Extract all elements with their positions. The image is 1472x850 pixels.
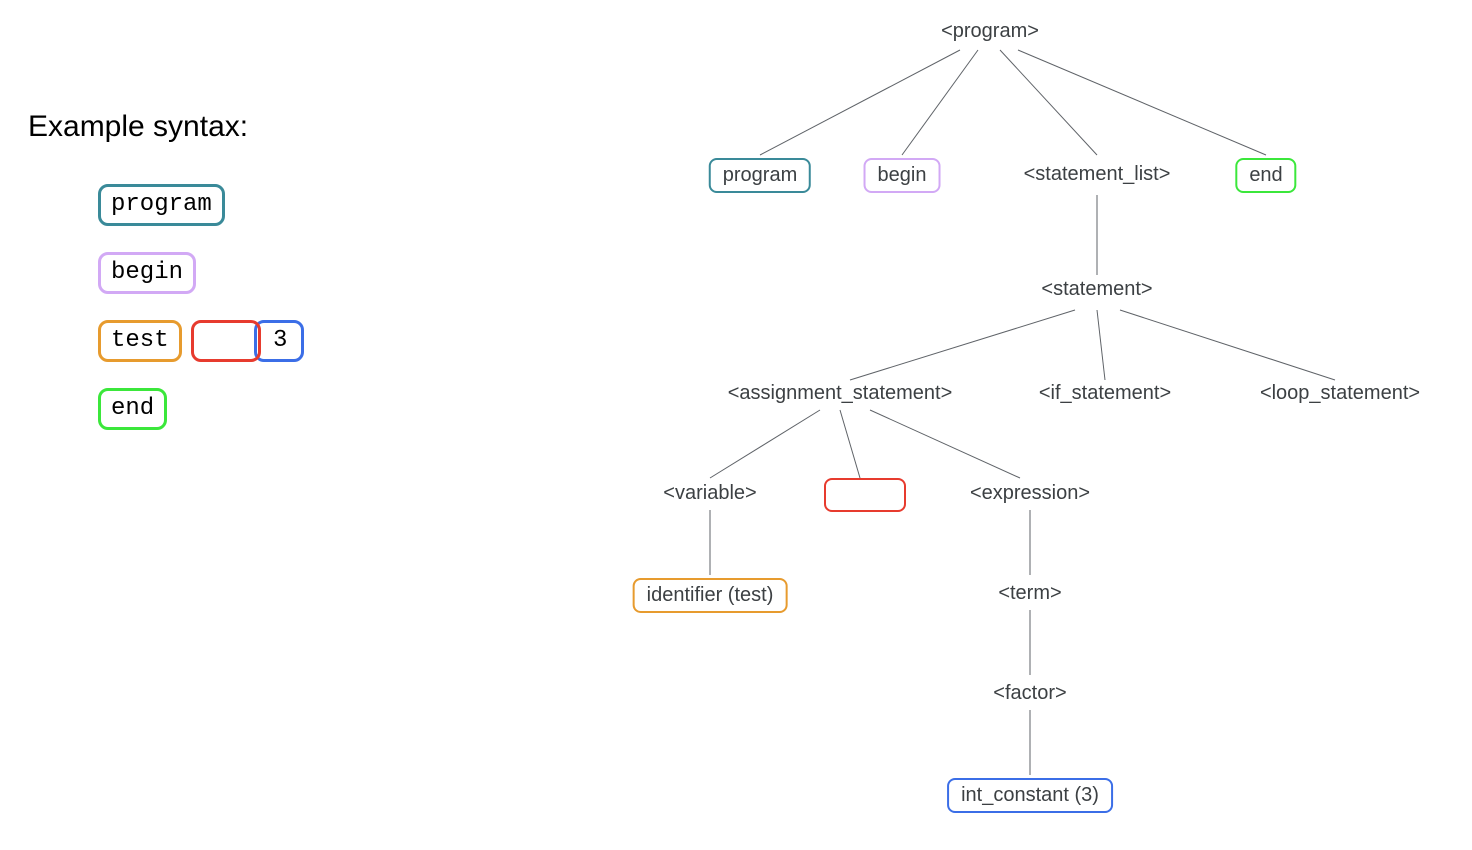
heading-example-syntax: Example syntax:	[28, 110, 248, 144]
parse-tree: <program> program begin <statement_list>…	[550, 0, 1470, 850]
code-test: test	[98, 320, 182, 362]
tree-edges	[550, 0, 1470, 850]
node-int-constant: int_constant (3)	[947, 778, 1113, 813]
node-identifier: identifier (test)	[633, 578, 788, 613]
node-loop-statement: <loop_statement>	[1260, 382, 1420, 405]
node-factor: <factor>	[993, 682, 1066, 705]
node-if-statement: <if_statement>	[1039, 382, 1171, 405]
node-term: <term>	[998, 582, 1061, 605]
node-begin-kw: begin	[864, 158, 941, 193]
code-program: program	[98, 184, 225, 226]
node-assignment-statement: <assignment_statement>	[728, 382, 953, 405]
code-assignment-empty	[191, 320, 261, 362]
node-statement-list: <statement_list>	[1024, 163, 1171, 186]
code-begin: begin	[98, 252, 196, 294]
node-expression: <expression>	[970, 482, 1090, 505]
code-end: end	[98, 388, 167, 430]
node-end-kw: end	[1235, 158, 1296, 193]
node-statement: <statement>	[1041, 278, 1152, 301]
node-assign-operator-empty	[824, 478, 906, 512]
node-variable: <variable>	[663, 482, 756, 505]
code-three: 3	[254, 320, 304, 362]
node-program-root: <program>	[941, 20, 1039, 43]
node-program-kw: program	[709, 158, 811, 193]
